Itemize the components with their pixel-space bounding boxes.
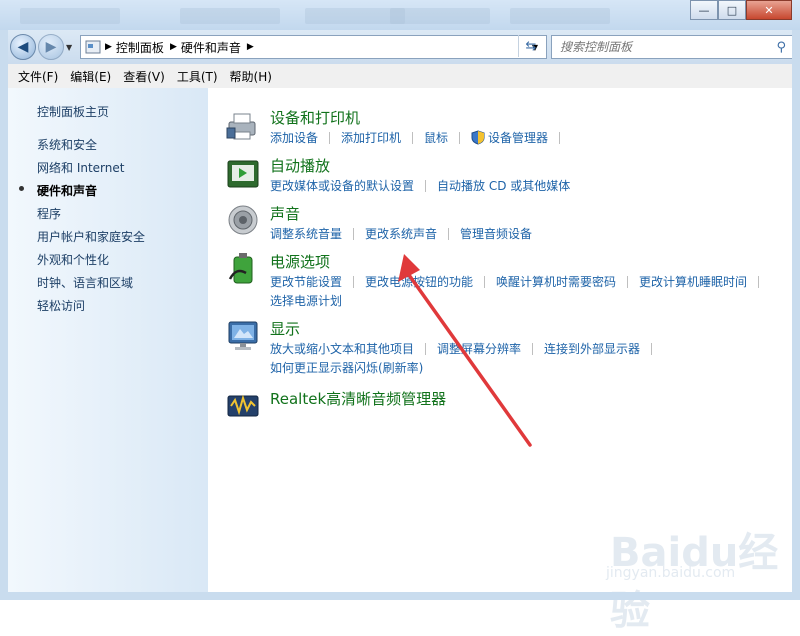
back-arrow-icon: ◀	[17, 39, 29, 55]
history-dropdown-icon[interactable]: ▼	[66, 43, 72, 52]
main-content: 设备和打印机 添加设备 添加打印机 鼠标 设备管理器 自动播放 更改媒体或设备的…	[208, 88, 792, 634]
sidebar-item-clock-language[interactable]: 时钟、语言和区域	[37, 274, 133, 291]
chevron-right-icon[interactable]: ▶	[170, 42, 177, 52]
breadcrumb-item[interactable]: 硬件和声音	[181, 39, 241, 56]
background-tab	[390, 8, 490, 24]
sidebar-item-home[interactable]: 控制面板主页	[37, 103, 109, 120]
sidebar-item-appearance[interactable]: 外观和个性化	[37, 251, 109, 268]
annotation-arrow	[398, 254, 532, 447]
chevron-right-icon[interactable]: ▶	[247, 42, 254, 52]
sidebar-item-network[interactable]: 网络和 Internet	[37, 159, 124, 176]
background-tab	[20, 8, 120, 24]
window-frame-left	[0, 30, 8, 600]
window-frame-right	[792, 30, 800, 600]
search-icon[interactable]: ⚲	[776, 40, 786, 55]
search-input[interactable]	[558, 39, 762, 55]
menu-bar: 文件(F) 编辑(E) 查看(V) 工具(T) 帮助(H)	[0, 64, 800, 89]
search-box: ⚲	[551, 35, 793, 59]
title-bar: — □ ✕	[0, 0, 800, 30]
menu-tools[interactable]: 工具(T)	[171, 68, 224, 85]
forward-arrow-icon: ▶	[45, 39, 57, 55]
window-frame-bottom	[0, 592, 800, 600]
background-tab	[180, 8, 280, 24]
window-controls: — □ ✕	[690, 0, 792, 20]
sidebar-item-ease-of-access[interactable]: 轻松访问	[37, 297, 85, 314]
current-item-bullet-icon	[19, 186, 24, 191]
sidebar-item-system-security[interactable]: 系统和安全	[37, 136, 97, 153]
control-panel-icon	[85, 40, 101, 54]
forward-button[interactable]: ▶	[38, 34, 64, 60]
menu-file[interactable]: 文件(F)	[12, 68, 64, 85]
menu-help[interactable]: 帮助(H)	[224, 68, 278, 85]
minimize-button[interactable]: —	[690, 0, 718, 20]
back-button[interactable]: ◀	[10, 34, 36, 60]
address-bar[interactable]: ▶ 控制面板 ▶ 硬件和声音 ▶ ▼	[80, 35, 547, 59]
chevron-right-icon: ▶	[105, 42, 112, 52]
refresh-button[interactable]: ⇆	[518, 35, 543, 57]
navigation-pane: 控制面板主页 系统和安全 网络和 Internet 硬件和声音 程序 用户帐户和…	[8, 88, 208, 592]
watermark-url: jingyan.baidu.com	[606, 565, 736, 581]
menu-edit[interactable]: 编辑(E)	[64, 68, 117, 85]
menu-view[interactable]: 查看(V)	[117, 68, 171, 85]
sidebar-item-programs[interactable]: 程序	[37, 205, 61, 222]
breadcrumb-item[interactable]: 控制面板	[116, 39, 164, 56]
sidebar-item-hardware-sound[interactable]: 硬件和声音	[37, 182, 97, 199]
close-button[interactable]: ✕	[746, 0, 792, 20]
background-tab	[510, 8, 610, 24]
sidebar-item-user-accounts[interactable]: 用户帐户和家庭安全	[37, 228, 145, 245]
refresh-icon: ⇆	[525, 38, 537, 54]
navigation-bar: ◀ ▶ ▼ ▶ 控制面板 ▶ 硬件和声音 ▶ ▼ ⇆ ⚲	[0, 30, 800, 64]
maximize-button[interactable]: □	[718, 0, 746, 20]
